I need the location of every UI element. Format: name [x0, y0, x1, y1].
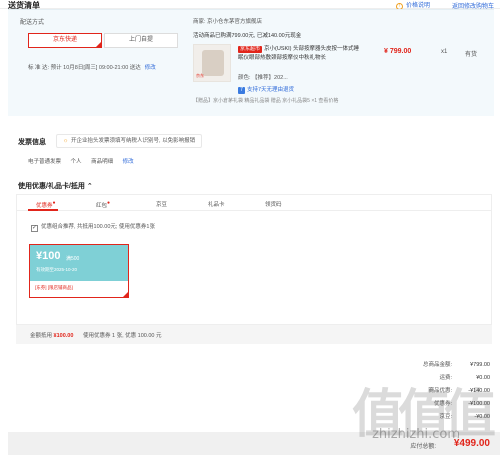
coupon-summary-amount: ¥100.00: [53, 333, 74, 339]
coupon-validity: 有效期至2025-10-20: [36, 267, 78, 272]
bulb-icon: ☼: [63, 138, 69, 144]
product-thumbnail[interactable]: 京东: [193, 44, 231, 82]
selected-corner-icon: [95, 41, 102, 48]
product-quantity: x1: [441, 49, 448, 55]
invoice-title: 发票信息: [18, 139, 46, 146]
product-color: 颜色: 【推荐】202...: [238, 75, 288, 81]
selected-corner-icon: [122, 291, 129, 298]
checkbox-checked-icon: ✓: [31, 225, 38, 232]
chevron-up-icon: ⌃: [86, 183, 93, 190]
coupon-amount: ¥100: [36, 250, 61, 262]
product-name[interactable]: 京东超市 京小(USKI) 头部按摩器头皮按一体式睡眠仪眼部热敷颈部按摩仪中秋礼物…: [238, 45, 360, 63]
modify-invoice-link[interactable]: 修改: [123, 159, 134, 165]
tab-coupons[interactable]: 优惠券●: [36, 200, 56, 209]
top-bar: 送货清单 ! 价格说明 返回修改购物车: [0, 0, 500, 10]
modify-delivery-time-link[interactable]: 修改: [145, 65, 156, 71]
shipping-method-label: 配送方式: [20, 20, 45, 26]
shipping-option-jd-express[interactable]: 京东快递: [28, 33, 102, 48]
coupon-condition: 满500: [66, 256, 80, 262]
product-image-tag: 京东: [196, 73, 204, 78]
product-image: [202, 50, 224, 76]
return-policy: 7 支持7天无理由退货: [238, 85, 294, 94]
coupon-section-toggle[interactable]: 使用优惠/礼品卡/抵用 ⌃: [18, 181, 93, 191]
tab-jd-beans[interactable]: 京豆: [156, 200, 167, 208]
product-price: ¥ 799.00: [384, 48, 412, 55]
shop-name: 商家: 京小仓东茅官方旗舰店: [193, 19, 263, 25]
coupon-card[interactable]: ¥100 满500 有效期至2025-10-20 [东券] [限店铺商品]: [29, 244, 129, 298]
invoice-type: 电子普通发票: [28, 159, 62, 165]
delivery-time: 标 准 达: 预计 10月8日[周三] 09:00-21:00 送达 修改: [28, 65, 156, 71]
auto-coupon-checkbox[interactable]: ✓ 优惠组合推荐, 共抵用100.00元; 使用优惠券1张: [31, 222, 155, 232]
return-icon: 7: [238, 87, 245, 94]
invoice-content: 商品明细: [91, 159, 114, 165]
active-tab-indicator: [28, 209, 58, 211]
promo-text: 活动商品已购满799.00元, 已减140.00元现金: [193, 33, 302, 39]
tab-red-packet[interactable]: 红包●: [96, 200, 110, 209]
tab-dot-red-packet: ●: [107, 200, 111, 206]
total-goods-amount: 总商品金额: ¥799.00: [422, 362, 490, 368]
tab-dot-coupons: ●: [52, 200, 56, 206]
watermark-url: zhizhizhi.com: [372, 427, 460, 442]
tab-gift-card[interactable]: 礼品卡: [208, 200, 225, 208]
coupon-scope: [东券] [限店铺商品]: [35, 285, 73, 290]
shipping-option-pickup[interactable]: 上门自提: [104, 33, 178, 48]
invoice-tip: ☼ 开企业抬头发票须填写纳税人识别号, 以免影响报销: [56, 134, 203, 148]
jd-supermarket-badge: 京东超市: [238, 46, 263, 53]
invoice-details: 电子普通发票 个人 商品明细 修改: [28, 157, 142, 165]
coupon-summary-text: 使用优惠券 1 张, 优惠 100.00 元: [82, 333, 162, 339]
tab-pickup-code[interactable]: 领货码: [265, 200, 282, 208]
coupon-summary-label: 金额抵用: [30, 333, 53, 339]
coupon-tabs: [16, 194, 492, 211]
coupon-summary: 金额抵用 ¥100.00 使用优惠券 1 张, 优惠 100.00 元: [16, 324, 492, 344]
stock-status: 有货: [465, 52, 478, 58]
gift-info: 【赠品】京小倉茅礼袋 精品礼品袋 赠品 京小礼品袋5 ×1 查看价格: [193, 98, 339, 104]
invoice-header: 个人: [70, 159, 82, 165]
